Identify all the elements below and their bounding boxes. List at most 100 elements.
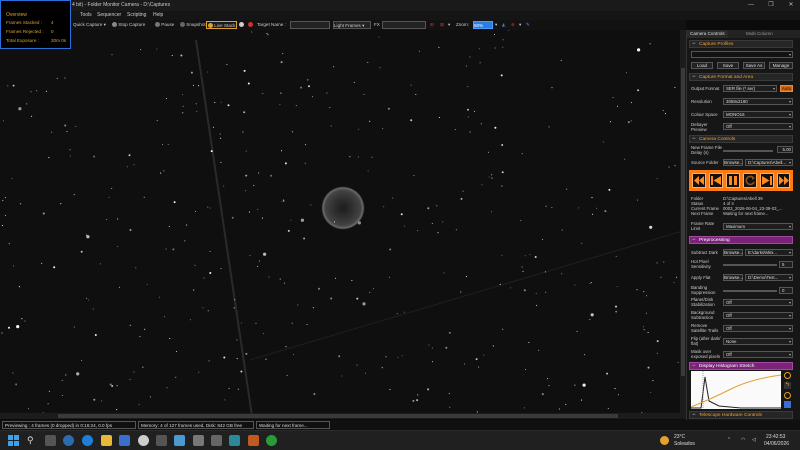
debayer-select[interactable]: Off ▾ [723, 123, 793, 130]
zoom-select[interactable]: 50% [473, 21, 493, 29]
skip-back-button[interactable] [709, 173, 723, 188]
menu-help[interactable]: Help [153, 12, 163, 18]
weather-sun-icon[interactable] [660, 436, 669, 445]
remove-satellite-select[interactable]: Off ▾ [723, 325, 793, 332]
snapshot-button[interactable]: Snapshot [180, 21, 206, 29]
target-icon[interactable]: ⊕ [511, 21, 515, 29]
image-viewport[interactable] [0, 30, 686, 416]
new-frame-delay-slider[interactable] [723, 150, 773, 152]
resolution-select[interactable]: 3058x2180 ▾ [723, 98, 793, 105]
clock-time[interactable]: 23:42:53 [766, 434, 785, 440]
subtract-dark-select[interactable]: E:\darks\Mini... ▾ [745, 249, 793, 256]
histogram-settings-icon[interactable] [784, 401, 791, 408]
colour-space-select[interactable]: MONO16 ▾ [723, 111, 793, 118]
flip-select[interactable]: None ▾ [723, 338, 793, 345]
telescope-controls-header[interactable]: Telescope Hardware Controls [689, 411, 793, 419]
output-format-select[interactable]: SER file (*.ser) ▾ [723, 85, 777, 92]
source-folder-browse-button[interactable]: Browse... [723, 159, 743, 166]
weather-temperature[interactable]: 23°C [674, 434, 685, 440]
histogram-tool-icon[interactable]: ◭ [502, 21, 506, 29]
skip-forward-button[interactable] [760, 173, 774, 188]
vertical-scroll-thumb[interactable] [681, 68, 685, 376]
auto-button[interactable]: Auto [780, 85, 793, 92]
subtract-dark-browse-button[interactable]: Browse... [723, 249, 743, 256]
file-explorer-icon[interactable] [101, 435, 112, 446]
target-name-input[interactable] [290, 21, 330, 29]
pause-playback-button[interactable] [726, 173, 740, 188]
histogram-auto-icon[interactable] [784, 372, 791, 379]
load-profile-button[interactable]: Load [691, 62, 713, 69]
menu-scripting[interactable]: Scripting [127, 12, 146, 18]
speaker-icon[interactable]: ◁ [752, 437, 756, 443]
background-subtraction-select[interactable]: Off ▾ [723, 312, 793, 319]
hot-pixel-slider[interactable] [723, 264, 777, 266]
manage-profiles-button[interactable]: Manage [769, 62, 793, 69]
profile-select[interactable]: ▾ [691, 51, 793, 58]
tab-camera-controls[interactable]: Camera Controls [687, 30, 728, 38]
zoom-dropdown-icon[interactable]: ▾ [448, 21, 450, 29]
target-dropdown-icon[interactable]: ▾ [519, 21, 521, 29]
edge-browser-icon[interactable] [63, 435, 74, 446]
refresh-button[interactable] [743, 173, 757, 188]
apply-flat-select[interactable]: D:\Demo\Test... ▾ [745, 274, 793, 281]
banding-suppression-input[interactable]: 0 [779, 287, 793, 294]
edge-icon[interactable] [82, 435, 93, 446]
menu-tools[interactable]: Tools [80, 12, 92, 18]
horizontal-scroll-thumb[interactable] [58, 414, 618, 418]
frame-type-select[interactable]: Light Frames ▾ [333, 21, 371, 29]
app-icon-6[interactable] [229, 435, 240, 446]
quick-capture-button[interactable]: Quick Capture ▾ [73, 21, 106, 29]
app-icon-7[interactable] [248, 435, 259, 446]
mask-overexposed-select[interactable]: Off ▾ [723, 351, 793, 358]
close-button[interactable]: ✕ [784, 0, 798, 11]
rewind-button[interactable] [692, 173, 706, 188]
store-icon[interactable] [119, 435, 130, 446]
menu-sequencer[interactable]: Sequencer [97, 12, 121, 18]
crosshair-icon[interactable]: ⊞ [430, 21, 434, 29]
tab-multi-column[interactable]: Multi Column [743, 30, 776, 38]
fx-select[interactable] [382, 21, 426, 29]
capture-format-header[interactable]: Capture Format and Area [689, 73, 793, 81]
app-icon-3[interactable] [174, 435, 185, 446]
search-icon[interactable]: ⚲ [27, 435, 38, 446]
banding-suppression-slider[interactable] [723, 290, 777, 292]
star [367, 61, 369, 63]
app-icon-5[interactable] [211, 435, 222, 446]
pause-button[interactable]: Pause [155, 21, 174, 29]
pen-icon[interactable]: ✎ [526, 21, 530, 29]
frame-rate-limit-select[interactable]: Maximum ▾ [723, 223, 793, 230]
reset-icon[interactable] [784, 392, 791, 399]
tray-overflow-icon[interactable]: ⌃ [727, 437, 731, 443]
app-icon-1[interactable] [138, 435, 149, 446]
planet-stabilization-select[interactable]: Off ▾ [723, 299, 793, 306]
stop-capture-button[interactable]: Stop Capture [112, 21, 145, 29]
zoom-dropdown-arrow-icon[interactable]: ▾ [495, 21, 497, 29]
capture-profiles-header[interactable]: Capture Profiles [689, 40, 793, 48]
clock-date[interactable]: 04/06/2026 [764, 441, 789, 447]
wifi-icon[interactable]: ◠ [741, 437, 745, 443]
record-icon[interactable] [248, 21, 253, 29]
histogram-stretch-header[interactable]: Display Histogram Stretch [689, 362, 793, 370]
grid-icon[interactable]: ⊠ [440, 21, 444, 29]
app-icon-2[interactable] [156, 435, 167, 446]
histogram-graph[interactable] [690, 371, 782, 409]
live-stack-button[interactable]: Live Stack [206, 21, 238, 29]
new-frame-delay-input[interactable]: 5.00 [777, 146, 793, 153]
preprocessing-header[interactable]: Preprocessing [689, 236, 793, 244]
restore-button[interactable]: ❐ [764, 0, 778, 11]
minimize-button[interactable]: — [744, 0, 758, 11]
windows-start-icon[interactable] [8, 435, 19, 446]
source-folder-select[interactable]: D:\Captures\Abell... ▾ [745, 159, 793, 166]
apply-flat-browse-button[interactable]: Browse... [723, 274, 743, 281]
settings-gear-icon[interactable] [239, 21, 244, 29]
save-as-profile-button[interactable]: Save As [743, 62, 765, 69]
lightning-icon[interactable]: ϟ [784, 382, 791, 389]
task-view-icon[interactable] [45, 435, 56, 446]
hot-pixel-input[interactable]: 5 [779, 261, 793, 268]
camera-controls-header[interactable]: Camera Controls [689, 135, 793, 143]
sharpcap-taskbar-icon[interactable] [266, 435, 277, 446]
weather-description[interactable]: Soleados [674, 441, 695, 447]
app-icon-4[interactable] [193, 435, 204, 446]
fast-forward-button[interactable] [777, 173, 790, 188]
save-profile-button[interactable]: Save [717, 62, 739, 69]
